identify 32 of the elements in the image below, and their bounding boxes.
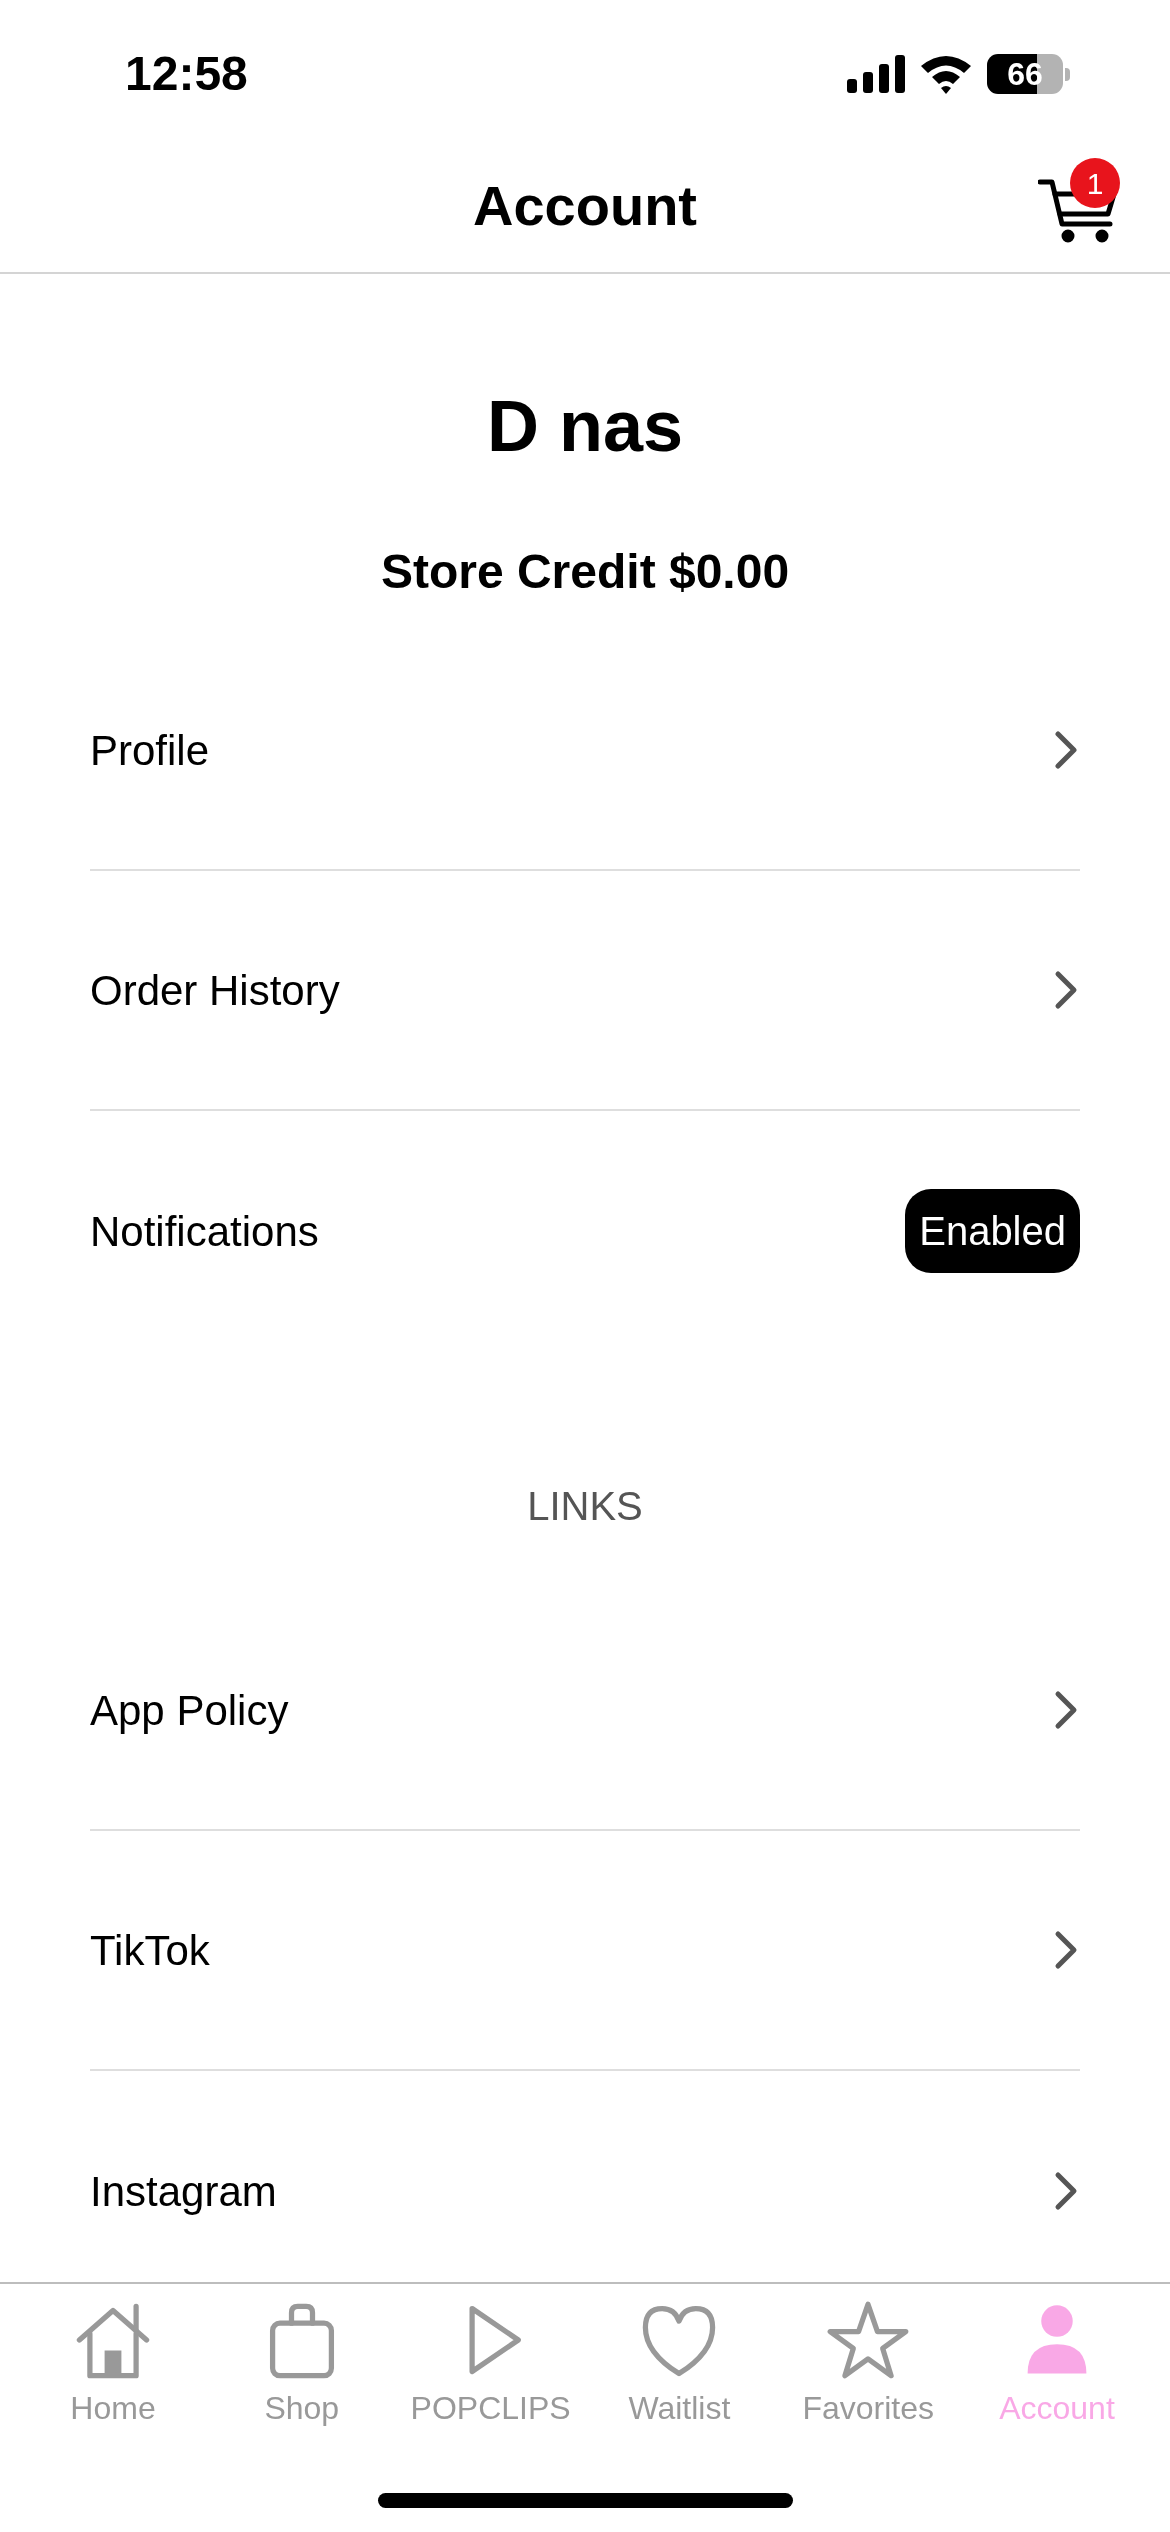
user-name: D nas: [486, 386, 684, 466]
menu-row[interactable]: TikTok: [90, 1831, 1080, 2071]
tab-item[interactable]: Shop: [216, 2298, 387, 2428]
row-label: Instagram: [90, 2166, 277, 2217]
row-label: App Policy: [90, 1685, 289, 1736]
cart-count-badge: 1: [1070, 158, 1120, 208]
signal-icon: [847, 55, 905, 93]
tab-item[interactable]: Favorites: [783, 2298, 954, 2428]
row-label: Order History: [90, 965, 340, 1016]
row-label: TikTok: [90, 1925, 210, 1976]
store-credit: Store Credit $0.00: [380, 545, 790, 599]
wifi-icon: [919, 54, 973, 94]
chevron-right-icon: [1054, 1690, 1078, 1730]
row-label: Notifications: [90, 1206, 319, 1257]
cart-button[interactable]: 1: [1020, 154, 1120, 254]
chevron-right-icon: [1054, 2171, 1078, 2211]
chevron-right-icon: [1054, 730, 1078, 770]
menu-row[interactable]: App Policy: [90, 1591, 1080, 1831]
chevron-right-icon: [1054, 1930, 1078, 1970]
chevron-right-icon: [1054, 970, 1078, 1010]
menu-row[interactable]: Instagram: [90, 2071, 1080, 2282]
page-title: Account: [473, 173, 697, 239]
menu-row[interactable]: Notifications Enabled: [90, 1111, 1080, 1351]
tab-item[interactable]: Waitlist: [594, 2298, 765, 2428]
status-time: 12:58: [125, 46, 248, 102]
row-label: Profile: [90, 725, 210, 776]
status-badge: Enabled: [905, 1189, 1080, 1273]
tab-item[interactable]: POPCLIPS: [405, 2298, 576, 2428]
tab-item[interactable]: Home: [28, 2298, 198, 2428]
section-heading: LINKS: [527, 1484, 643, 1528]
menu-row[interactable]: Order History: [90, 871, 1080, 1111]
menu-row[interactable]: Profile: [90, 631, 1080, 871]
